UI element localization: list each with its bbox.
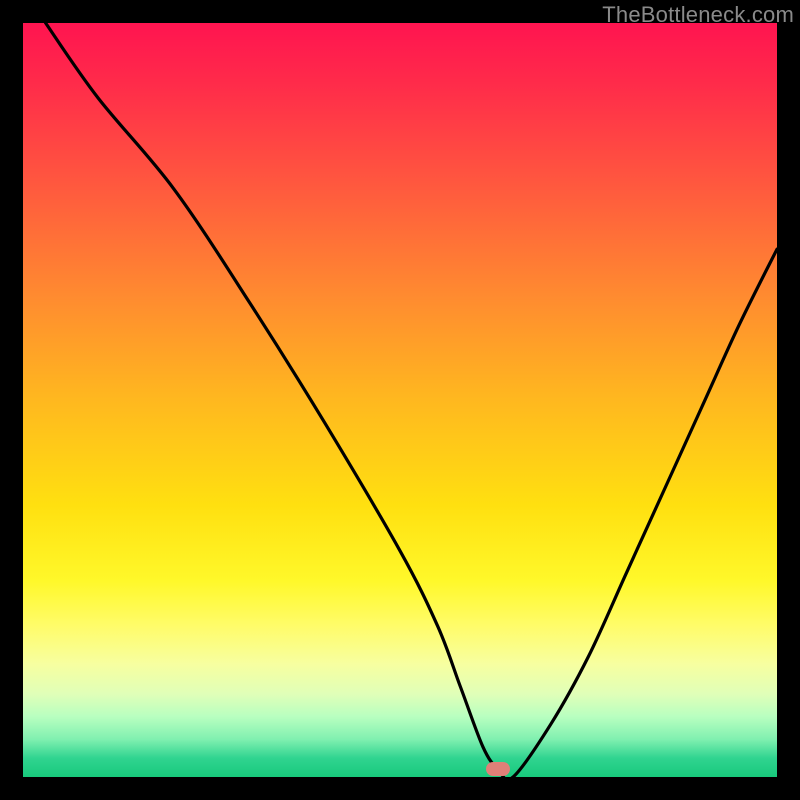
plot-area <box>23 23 777 777</box>
watermark-text: TheBottleneck.com <box>602 2 794 28</box>
optimal-point-marker <box>486 762 510 776</box>
bottleneck-curve <box>23 23 777 777</box>
chart-frame: TheBottleneck.com <box>0 0 800 800</box>
